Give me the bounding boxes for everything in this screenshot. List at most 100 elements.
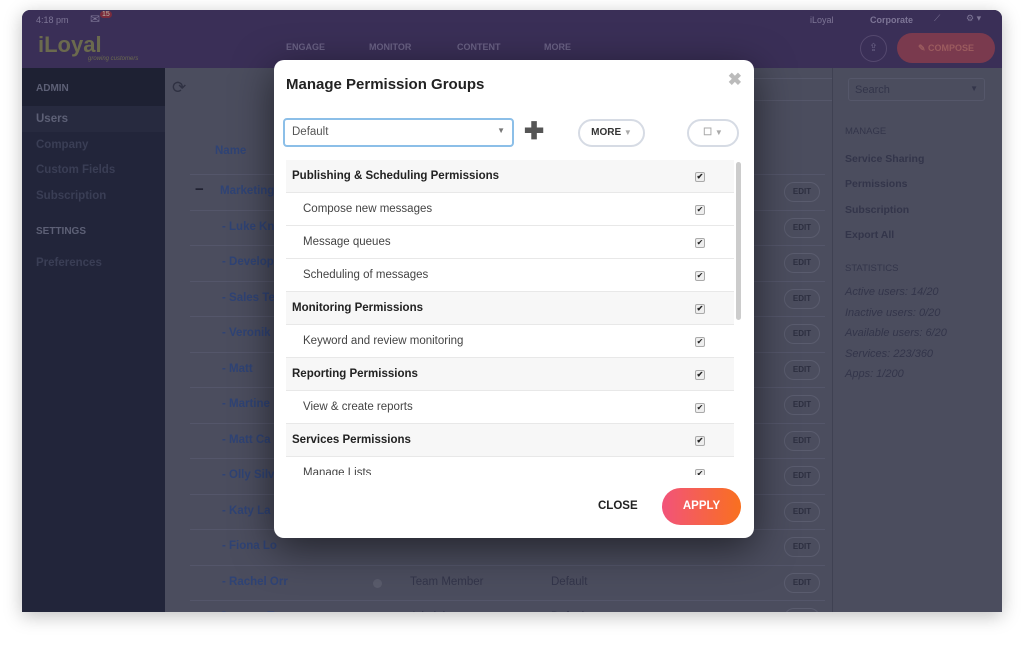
nav-engage[interactable]: ENGAGE [286, 42, 325, 52]
sidebar: ADMIN Users Company Custom Fields Subscr… [22, 68, 165, 612]
select-value: Default [292, 126, 329, 138]
mail-icon[interactable]: ✉ [90, 12, 100, 26]
logo-tagline: growing customers [88, 56, 139, 62]
search-placeholder: Search [855, 84, 890, 96]
permission-checkbox[interactable]: ✔ [695, 172, 705, 182]
user-name-link[interactable]: - Rachel Orr [222, 576, 288, 588]
more-button[interactable]: MORE ▼ [578, 119, 645, 147]
compose-button[interactable]: ✎ COMPOSE [897, 33, 995, 63]
compose-label: COMPOSE [928, 43, 975, 53]
permission-label: Compose new messages [303, 203, 433, 215]
permission-label: Publishing & Scheduling Permissions [292, 170, 500, 182]
nav-more[interactable]: MORE [544, 42, 571, 52]
clock: 4:18 pm [36, 15, 69, 25]
permission-checkbox[interactable]: ✔ [695, 304, 705, 314]
stat-services: Services: 223/360 [845, 348, 934, 360]
chevron-down-icon: ▼ [497, 126, 505, 135]
user-name-link[interactable]: - Martine [222, 398, 270, 410]
permission-group-select[interactable]: Default ▼ [283, 118, 514, 147]
permission-group-row: Publishing & Scheduling Permissions ✔ [286, 160, 734, 193]
user-name-link[interactable]: - Luke Kn [222, 221, 274, 233]
permission-checkbox[interactable]: ✔ [695, 271, 705, 281]
edit-button[interactable]: EDIT [784, 324, 820, 344]
manage-export-all[interactable]: Export All [845, 229, 894, 241]
org-menu[interactable]: Corporate [870, 15, 913, 25]
permission-row: Manage Lists ✔ [286, 457, 734, 475]
select-all-dropdown[interactable]: ☐ ▼ [687, 119, 739, 147]
permission-label: Scheduling of messages [303, 269, 429, 281]
user-name-link[interactable]: Support Team [220, 611, 296, 612]
permission-checkbox[interactable]: ✔ [695, 403, 705, 413]
role-cell: Team Member [410, 575, 484, 588]
edit-button[interactable]: EDIT [784, 288, 820, 309]
edit-button[interactable]: EDIT [784, 537, 820, 557]
name-column-header[interactable]: Name [215, 145, 246, 157]
user-name-link[interactable]: - Develop [222, 256, 274, 268]
manage-permissions[interactable]: Permissions [845, 178, 907, 190]
user-name-link[interactable]: Marketing [220, 185, 274, 197]
statistics-heading: STATISTICS [845, 263, 899, 274]
edit-button[interactable]: EDIT [784, 430, 820, 451]
edit-button[interactable]: EDIT [784, 182, 820, 202]
sidebar-item-preferences[interactable]: Preferences [36, 257, 102, 269]
user-name-link[interactable]: - Sales Te [222, 292, 275, 304]
close-icon[interactable]: ✖ [728, 70, 742, 90]
permission-group-row: Monitoring Permissions ✔ [286, 292, 734, 325]
edit-button[interactable]: EDIT [784, 253, 820, 273]
group-cell: Default [551, 575, 588, 588]
edit-button[interactable]: EDIT [784, 608, 820, 612]
permission-row: Keyword and review monitoring ✔ [286, 325, 734, 358]
permission-label: Manage Lists [303, 467, 372, 475]
tools-icon[interactable]: ⟋ [934, 13, 940, 24]
sidebar-item-custom-fields[interactable]: Custom Fields [36, 164, 115, 176]
gear-icon[interactable]: ⚙ ▾ [966, 13, 981, 24]
permission-checkbox[interactable]: ✔ [695, 370, 705, 380]
permission-row: View & create reports ✔ [286, 391, 734, 424]
sidebar-heading-admin: ADMIN [36, 83, 69, 94]
manage-service-sharing[interactable]: Service Sharing [845, 153, 924, 165]
upload-button[interactable]: ⇪ [860, 35, 887, 62]
permission-label: Monitoring Permissions [292, 302, 423, 314]
user-name-link[interactable]: - Olly Silv [222, 469, 274, 481]
apply-button[interactable]: APPLY [662, 488, 741, 525]
permission-checkbox[interactable]: ✔ [695, 436, 705, 446]
sidebar-item-users[interactable]: Users [36, 113, 68, 125]
nav-content[interactable]: CONTENT [457, 42, 501, 52]
manage-subscription[interactable]: Subscription [845, 204, 909, 216]
refresh-icon[interactable]: ⟳ [172, 78, 186, 98]
nav-monitor[interactable]: MONITOR [369, 42, 411, 52]
sidebar-item-subscription[interactable]: Subscription [36, 190, 106, 202]
edit-button[interactable]: EDIT [784, 572, 820, 593]
user-name-link[interactable]: - Veronik [222, 327, 271, 339]
permission-checkbox[interactable]: ✔ [695, 238, 705, 248]
scrollbar[interactable] [736, 162, 741, 320]
user-name-link[interactable]: - Matt Ca [222, 434, 271, 446]
sidebar-item-company[interactable]: Company [36, 139, 88, 151]
edit-button[interactable]: EDIT [784, 217, 820, 238]
permission-checkbox[interactable]: ✔ [695, 469, 705, 475]
permission-checkbox[interactable]: ✔ [695, 337, 705, 347]
search-select[interactable]: Search ▼ [848, 78, 985, 101]
stat-active-users: Active users: 14/20 [845, 286, 939, 298]
user-name-link[interactable]: - Katy La [222, 505, 271, 517]
collapse-icon[interactable]: − [195, 181, 204, 198]
permission-label: Keyword and review monitoring [303, 335, 464, 347]
close-button[interactable]: CLOSE [598, 500, 638, 512]
edit-button[interactable]: EDIT [784, 395, 820, 415]
status-dot [373, 578, 382, 588]
add-group-button[interactable]: ✚ [524, 118, 544, 146]
edit-button[interactable]: EDIT [784, 359, 820, 380]
permission-row: Compose new messages ✔ [286, 193, 734, 226]
account-menu[interactable]: iLoyal [810, 15, 834, 25]
status-bar: 4:18 pm ✉ 15 iLoyal Corporate ⟋ ⚙ ▾ [22, 10, 1002, 30]
permission-row: Message queues ✔ [286, 226, 734, 259]
more-label: MORE [591, 127, 622, 138]
permission-label: Reporting Permissions [292, 368, 418, 380]
stat-available-users: Available users: 6/20 [845, 327, 947, 339]
permission-label: View & create reports [303, 401, 413, 413]
user-name-link[interactable]: - Matt [222, 363, 253, 375]
permission-checkbox[interactable]: ✔ [695, 205, 705, 215]
edit-button[interactable]: EDIT [784, 466, 820, 486]
edit-button[interactable]: EDIT [784, 501, 820, 522]
user-name-link[interactable]: - Fiona Lo [222, 540, 277, 552]
